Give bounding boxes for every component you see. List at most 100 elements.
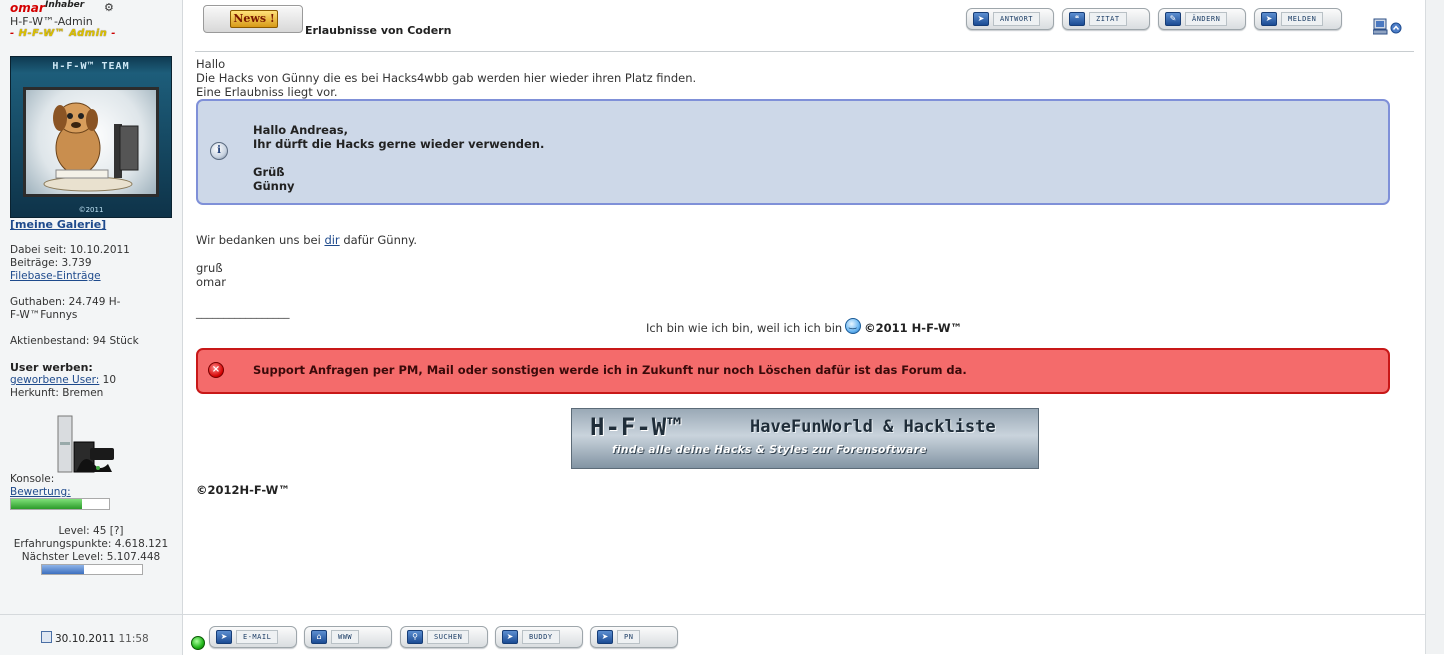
info-box: i Hallo Andreas, Ihr dürft die Hacks ger… — [196, 99, 1390, 205]
search-icon: ⚲ — [407, 630, 423, 644]
greeting: Hallo — [196, 57, 226, 71]
www-label: WWW — [331, 630, 360, 644]
document-icon — [41, 631, 52, 643]
console-label: Konsole: — [10, 473, 55, 485]
reply-button[interactable]: ➤ ANTWORT — [966, 8, 1054, 30]
banner-tagline: finde alle deine Hacks & Styles zur Fore… — [612, 444, 927, 456]
rating-fill — [11, 499, 82, 509]
avatar-copyright: ©2011 — [78, 206, 104, 214]
gear-icon: ⚙ — [104, 1, 114, 14]
post-count: Beiträge: 3.739 — [10, 257, 92, 269]
recruited-row: geworbene User: 10 — [10, 374, 116, 386]
edit-button[interactable]: ✎ ÄNDERN — [1158, 8, 1246, 30]
online-status-icon — [191, 636, 205, 650]
quote-icon: ❝ — [1069, 12, 1085, 26]
avatar-image — [23, 87, 159, 197]
recruited-link[interactable]: geworbene User: — [10, 374, 99, 386]
search-label: SUCHEN — [427, 630, 470, 644]
news-label: News ! — [230, 10, 278, 28]
post-date-value: 30.10.2011 — [55, 633, 116, 645]
quote-button[interactable]: ❝ ZITAT — [1062, 8, 1150, 30]
level-text: Level: 45 [?] — [58, 525, 124, 537]
origin: Herkunft: Bremen — [10, 387, 104, 399]
post-text: Hallo Die Hacks von Günny die es bei Hac… — [196, 57, 1396, 99]
reply-label: ANTWORT — [993, 12, 1041, 26]
info-line-2: Ihr dürft die Hacks gerne wieder verwend… — [253, 137, 545, 151]
username-link[interactable]: omar — [10, 1, 45, 15]
scrollbar-track[interactable] — [1425, 0, 1444, 654]
user-sidebar: omar Inhaber ⚙ H-F-W™-Admin - H-F-W™ Adm… — [0, 0, 183, 614]
post-divider — [195, 51, 1414, 52]
signature: Ich bin wie ich bin, weil ich ich bin ©20… — [183, 318, 1425, 335]
email-button[interactable]: ➤ E-MAIL — [209, 626, 297, 648]
edit-label: ÄNDERN — [1185, 12, 1228, 26]
signature-brand: ©2011 H-F-W™ — [864, 321, 963, 335]
thanks-post: dafür Günny. — [339, 233, 417, 247]
user-title: - H-F-W™ Admin - — [10, 28, 116, 39]
banner-title: H-F-W™ — [590, 413, 683, 441]
report-button[interactable]: ➤ MELDEN — [1254, 8, 1342, 30]
search-button[interactable]: ⚲ SUCHEN — [400, 626, 488, 648]
owner-badge: Inhaber — [45, 0, 85, 10]
thanks-line: Wir bedanken uns bei dir dafür Günny. — [196, 233, 417, 247]
buddy-button[interactable]: ➤ BUDDY — [495, 626, 583, 648]
xp-bar — [41, 564, 143, 575]
home-icon: ⌂ — [311, 630, 327, 644]
computer-icon[interactable] — [1372, 18, 1388, 35]
smiley-icon — [845, 318, 862, 334]
xp-text: Erfahrungspunkte: 4.618.121 — [13, 538, 169, 550]
www-button[interactable]: ⌂ WWW — [304, 626, 392, 648]
thanks-link[interactable]: dir — [324, 233, 339, 247]
rating-link[interactable]: Bewertung: — [10, 486, 71, 498]
info-line-3: Grüß — [253, 165, 285, 179]
info-line-1: Hallo Andreas, — [253, 123, 348, 137]
error-icon: × — [208, 362, 224, 378]
warning-text: Support Anfragen per PM, Mail oder sonst… — [253, 363, 967, 377]
shares: Aktienbestand: 94 Stück — [10, 335, 139, 347]
title-prefix: - — [10, 28, 19, 39]
news-button[interactable]: News ! — [203, 5, 303, 33]
email-label: E-MAIL — [236, 630, 279, 644]
report-label: MELDEN — [1281, 12, 1324, 26]
hfw-banner[interactable]: H-F-W™ HaveFunWorld & Hackliste finde al… — [571, 408, 1039, 469]
reply-icon: ➤ — [973, 12, 989, 26]
post-date: 30.10.2011 11:58 — [41, 631, 149, 645]
scroll-top-icon[interactable] — [1390, 22, 1402, 34]
post-content: News ! Erlaubnisse von Codern ➤ ANTWORT … — [183, 0, 1425, 614]
post-title: Erlaubnisse von Codern — [305, 24, 452, 37]
quote-label: ZITAT — [1089, 12, 1127, 26]
post-tools — [1372, 18, 1403, 39]
next-level-text: Nächster Level: 5.107.448 — [21, 551, 161, 563]
closing-1: gruß — [196, 261, 223, 275]
console-icon — [54, 412, 118, 476]
warning-box: × Support Anfragen per PM, Mail oder son… — [196, 348, 1390, 394]
thanks-pre: Wir bedanken uns bei — [196, 233, 325, 247]
pm-button[interactable]: ➤ PN — [590, 626, 678, 648]
joined-date: Dabei seit: 10.10.2011 — [10, 244, 130, 256]
post-footer-bar: ➤ E-MAIL ⌂ WWW ⚲ SUCHEN ➤ BUDDY ➤ PN — [183, 614, 1425, 655]
edit-icon: ✎ — [1165, 12, 1181, 26]
info-text: Hallo Andreas, Ihr dürft die Hacks gerne… — [253, 123, 544, 193]
user-rank: H-F-W™-Admin — [10, 15, 93, 28]
balance: Guthaben: 24.749 H-F-W™Funnys — [10, 296, 121, 321]
banner-subtitle: HaveFunWorld & Hackliste — [750, 417, 996, 437]
filebase-link[interactable]: Filebase-Einträge — [10, 270, 101, 282]
post-closing: Wir bedanken uns bei dir dafür Günny. gr… — [196, 233, 417, 289]
closing-2: omar — [196, 275, 227, 289]
email-icon: ➤ — [216, 630, 232, 644]
recruited-count: 10 — [99, 374, 117, 386]
pm-icon: ➤ — [597, 630, 613, 644]
body-line-2: Eine Erlaubniss liegt vor. — [196, 85, 338, 99]
info-icon: i — [210, 142, 228, 160]
avatar-frame-title: H-F-W™ TEAM — [52, 61, 130, 72]
post-time: 11:58 — [118, 633, 149, 645]
gallery-link[interactable]: [meine Galerie] — [10, 218, 106, 231]
xp-fill — [42, 565, 84, 574]
rating-bar — [10, 498, 110, 510]
post-meta: 30.10.2011 11:58 — [0, 614, 183, 655]
title-suffix: - — [107, 28, 116, 39]
buddy-icon: ➤ — [502, 630, 518, 644]
buddy-label: BUDDY — [522, 630, 560, 644]
avatar[interactable]: H-F-W™ TEAM ©2011 — [10, 56, 172, 218]
recruit-heading: User werben: — [10, 361, 93, 374]
